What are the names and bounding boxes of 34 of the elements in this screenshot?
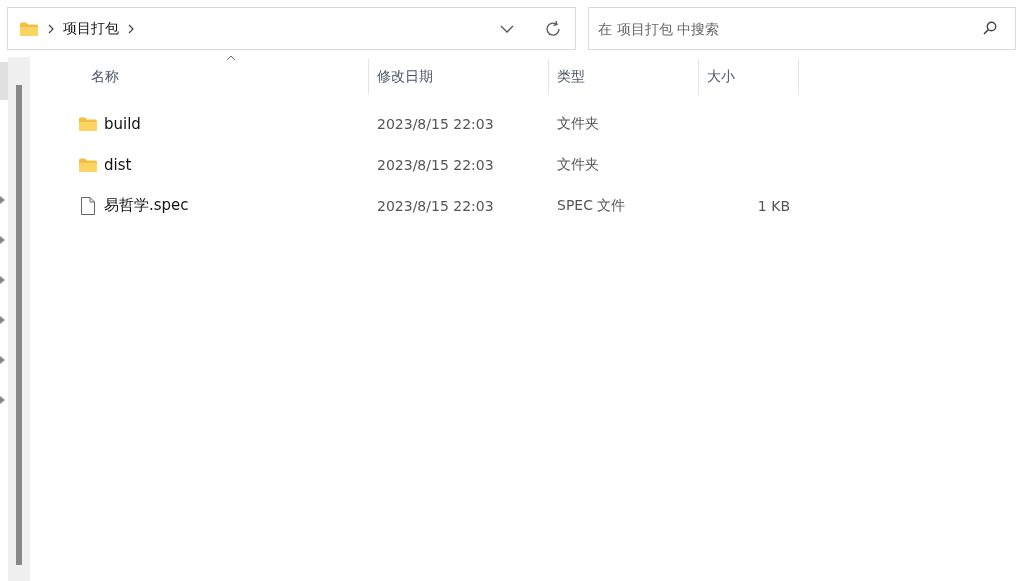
chevron-right-icon <box>127 23 135 34</box>
column-header[interactable]: 修改日期 <box>369 59 549 95</box>
chevron-right-icon <box>47 23 55 34</box>
expand-arrow-icon[interactable] <box>0 356 5 364</box>
expand-arrow-icon[interactable] <box>0 396 5 404</box>
breadcrumb[interactable]: 项目打包 <box>63 19 119 38</box>
expand-arrow-icon[interactable] <box>0 236 5 244</box>
folder-icon <box>19 20 39 37</box>
scrollbar-thumb[interactable] <box>0 62 8 100</box>
file-name[interactable]: 易哲学.spec <box>104 196 189 215</box>
expand-arrow-icon[interactable] <box>0 316 5 324</box>
file-name[interactable]: dist <box>104 155 132 174</box>
column-header[interactable]: 大小 <box>699 59 799 95</box>
expand-arrow-icon[interactable] <box>0 196 5 204</box>
dropdown-icon[interactable] <box>499 23 516 34</box>
scrollbar[interactable] <box>8 57 29 581</box>
file-icon <box>78 195 98 216</box>
file-name[interactable]: build <box>104 114 141 133</box>
search-icon[interactable] <box>982 20 998 36</box>
column-header[interactable]: 名称 <box>66 59 369 95</box>
file-type: 文件夹 <box>557 114 599 133</box>
file-size: 1 KB <box>757 197 790 214</box>
folder-icon <box>78 115 98 132</box>
address-bar[interactable]: 项目打包 <box>7 7 577 50</box>
modified-date: 2023/8/15 22:03 <box>377 156 494 173</box>
column-header[interactable]: 类型 <box>549 59 699 95</box>
search-field[interactable]: 在 项目打包 中搜索 <box>588 7 1016 50</box>
modified-date: 2023/8/15 22:03 <box>377 197 494 214</box>
sort-ascending-icon <box>226 55 236 61</box>
expand-arrow-icon[interactable] <box>0 276 5 284</box>
folder-icon <box>78 156 98 173</box>
file-type: SPEC 文件 <box>557 196 626 215</box>
file-type: 文件夹 <box>557 155 599 174</box>
modified-date: 2023/8/15 22:03 <box>377 115 494 132</box>
